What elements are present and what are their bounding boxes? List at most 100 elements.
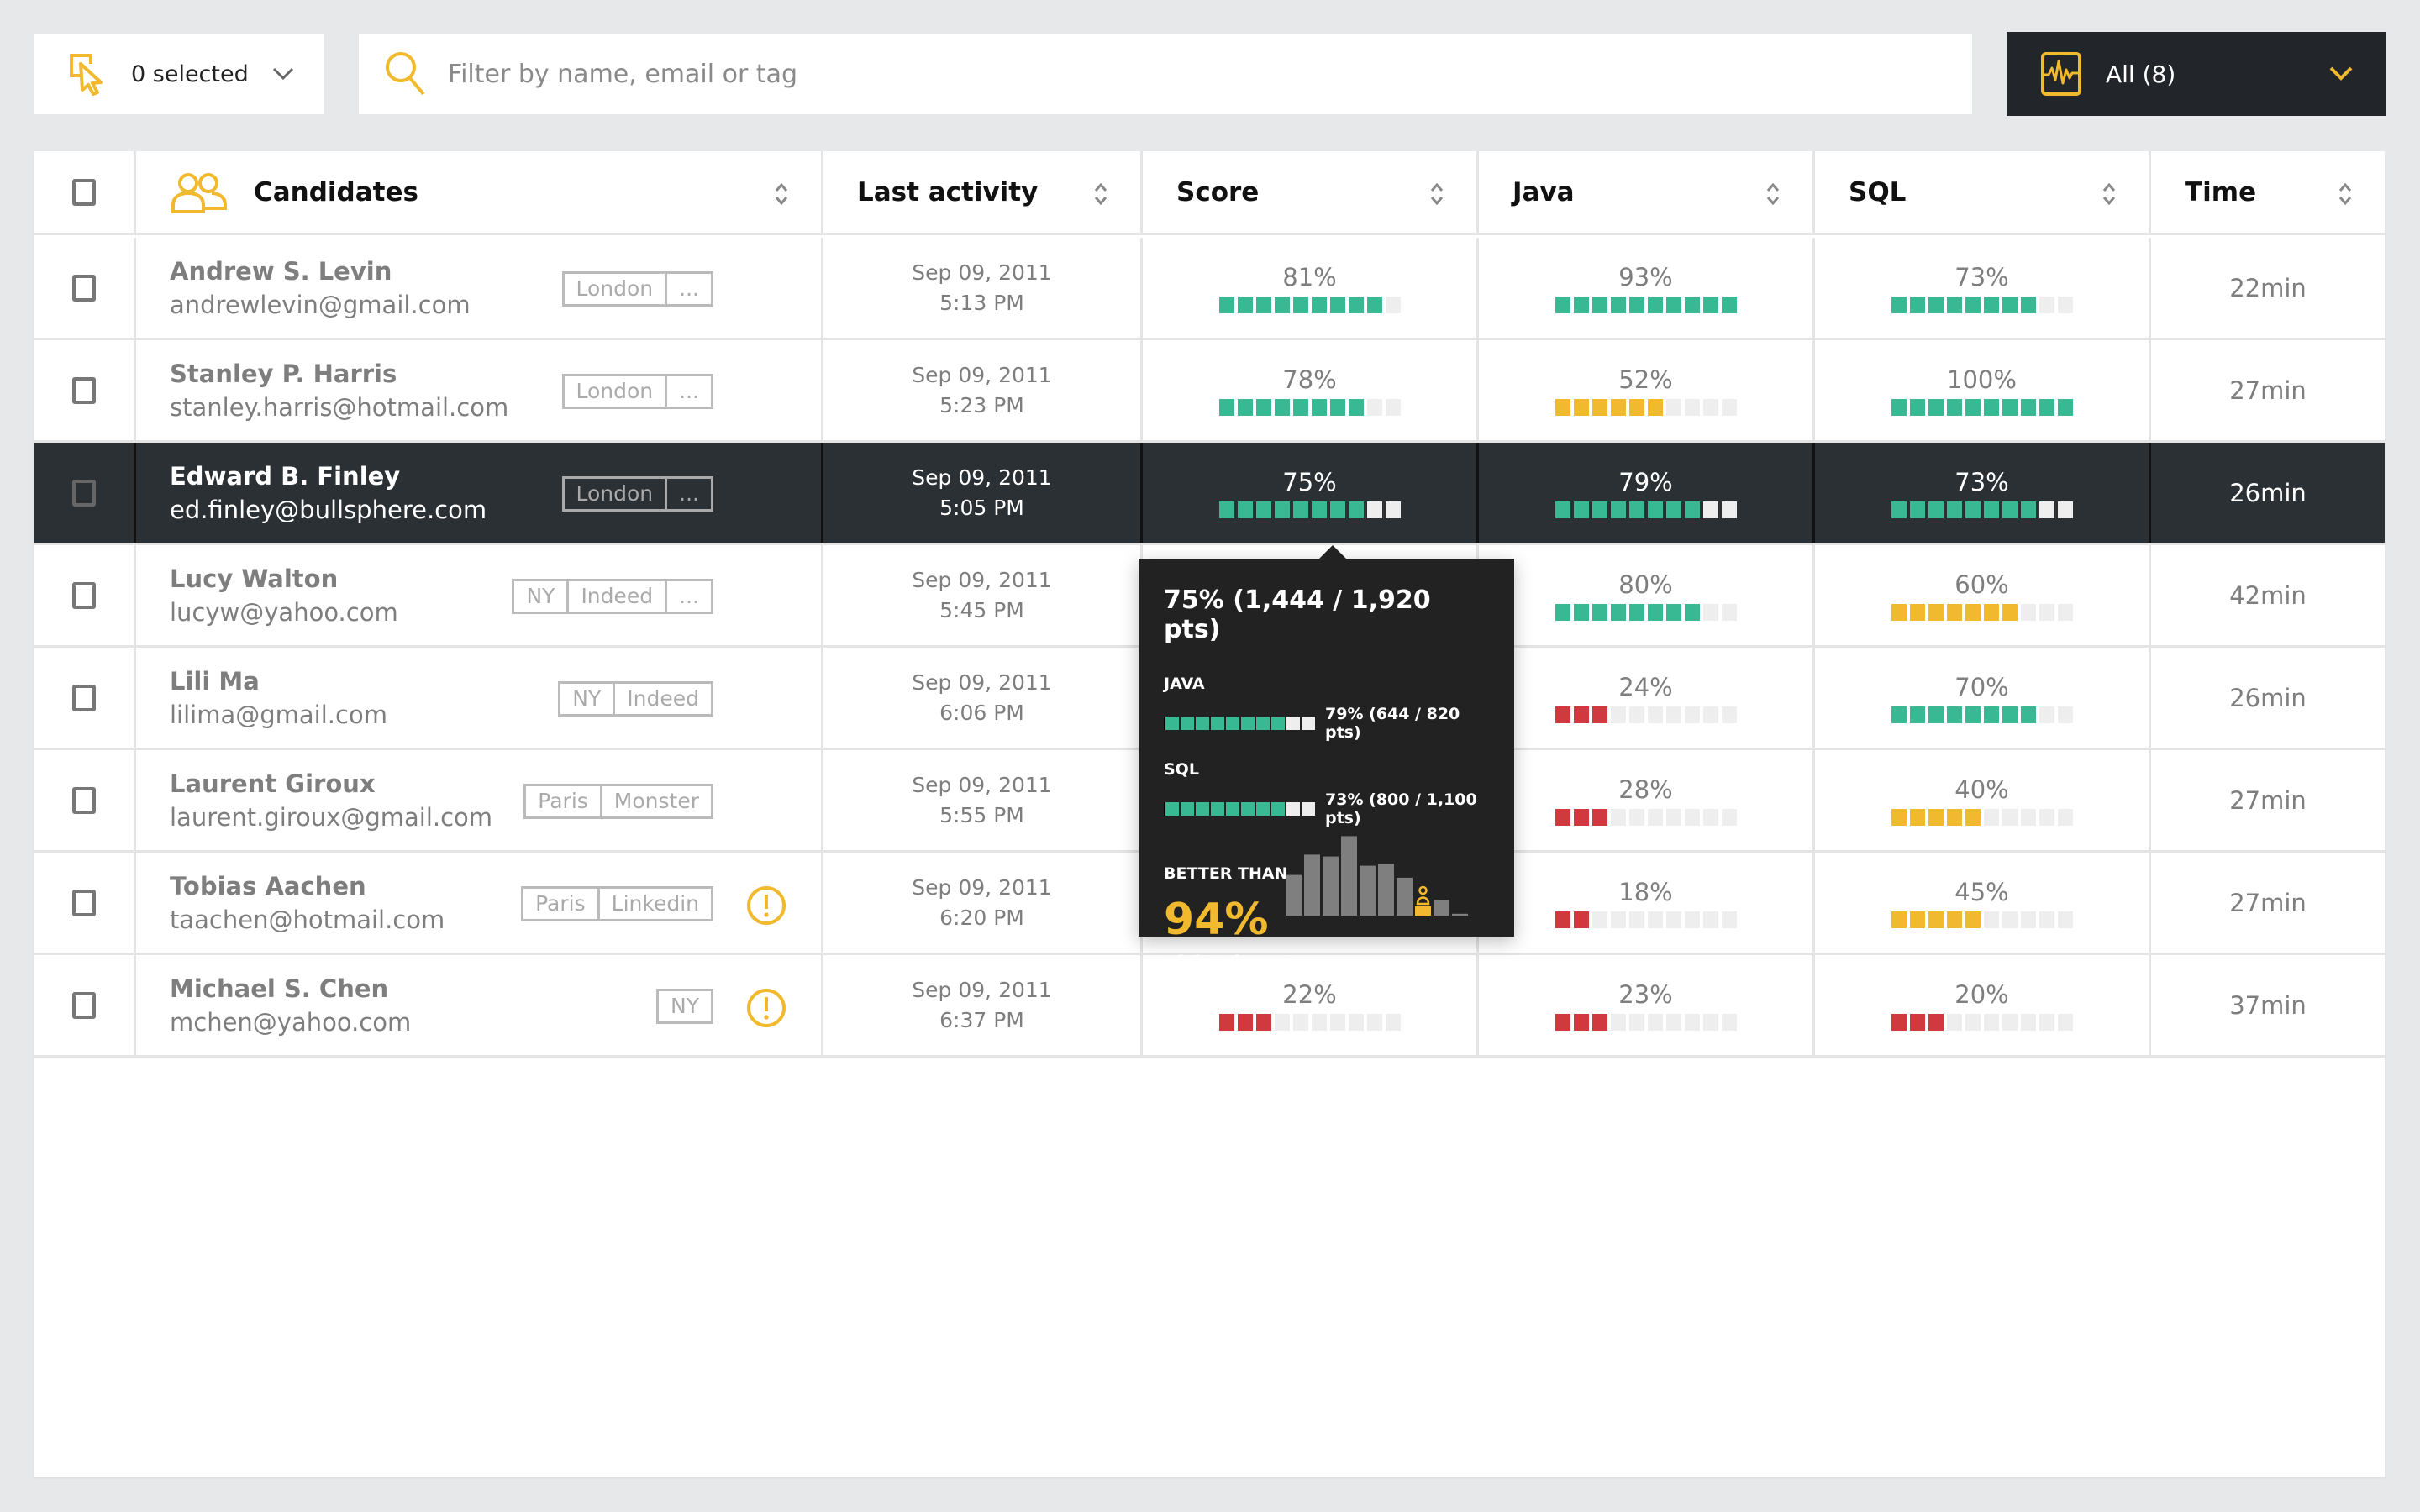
header-candidates[interactable]: Candidates (136, 151, 823, 233)
bar-segment-filled (1591, 706, 1607, 723)
tag[interactable]: London (565, 274, 668, 304)
row-checkbox[interactable] (71, 786, 96, 814)
header-label: Candidates (254, 176, 418, 207)
row-checkbox[interactable] (71, 889, 96, 916)
last-activity-cell: Sep 09, 2011 6:20 PM (823, 853, 1143, 953)
bar-segment-empty (2020, 603, 2036, 621)
header-java[interactable]: Java (1479, 151, 1815, 233)
score-cell[interactable]: 81% (1143, 238, 1479, 338)
bar-segment-empty (2002, 1013, 2018, 1031)
bar-segment-empty (1721, 706, 1737, 723)
selection-dropdown[interactable]: 0 selected (34, 34, 324, 114)
filter-dropdown[interactable]: All (8) (2007, 32, 2386, 116)
candidate-name[interactable]: Stanley P. Harris (170, 360, 508, 388)
better-than-suffix: of developers (1164, 952, 1294, 972)
bar-segment-filled (1909, 603, 1925, 621)
candidate-cell[interactable]: Tobias Aachen taachen@hotmail.com Paris L… (136, 853, 823, 953)
bar-segment-filled (1311, 501, 1327, 518)
tag[interactable]: ... (667, 274, 711, 304)
tag[interactable]: ... (667, 581, 711, 612)
sort-icon[interactable] (774, 181, 789, 207)
tag[interactable]: Paris (526, 786, 602, 816)
header-time[interactable]: Time (2151, 151, 2385, 233)
bar-segment-empty (1610, 808, 1626, 826)
selection-count: 0 selected (131, 60, 249, 87)
tag[interactable]: Linkedin (600, 889, 711, 919)
bar-segment-filled (2002, 296, 2018, 313)
tag[interactable]: NY (659, 991, 711, 1021)
candidate-name[interactable]: Andrew S. Levin (170, 257, 471, 286)
bar-segment-empty (1965, 1013, 1981, 1031)
tag[interactable]: Indeed (569, 581, 668, 612)
score-cell[interactable]: 75% (1143, 443, 1479, 543)
table-row[interactable]: Edward B. Finley ed.finley@bullsphere.co… (34, 443, 2385, 545)
activity-date: Sep 09, 2011 (912, 362, 1052, 387)
bar-segment-filled (1573, 911, 1589, 928)
candidate-cell[interactable]: Andrew S. Levin andrewlevin@gmail.com Lo… (136, 238, 823, 338)
candidate-cell[interactable]: Edward B. Finley ed.finley@bullsphere.co… (136, 443, 823, 543)
select-all-checkbox[interactable] (71, 178, 96, 206)
candidate-cell[interactable]: Lucy Walton lucyw@yahoo.com NY Indeed... (136, 545, 823, 645)
table-row[interactable]: Andrew S. Levin andrewlevin@gmail.com Lo… (34, 238, 2385, 340)
bar-segment-empty (2039, 911, 2054, 928)
candidate-cell[interactable]: Lili Ma lilima@gmail.com NY Indeed (136, 648, 823, 748)
search-input[interactable] (448, 59, 1876, 89)
tag[interactable]: London (565, 479, 668, 509)
bar-segment-filled (1165, 802, 1179, 816)
row-checkbox[interactable] (71, 684, 96, 711)
chevron-down-icon (272, 67, 293, 81)
row-checkbox[interactable] (71, 479, 96, 507)
select-cell (34, 238, 136, 338)
row-checkbox[interactable] (71, 274, 96, 302)
row-checkbox[interactable] (71, 991, 96, 1019)
score-cell[interactable]: 78% (1143, 340, 1479, 440)
tag[interactable]: ... (667, 376, 711, 407)
tag[interactable]: Indeed (615, 684, 711, 714)
tag[interactable]: NY (514, 581, 570, 612)
candidate-name[interactable]: Edward B. Finley (170, 462, 487, 491)
bar-segment-filled (1610, 501, 1626, 518)
row-checkbox[interactable] (71, 581, 96, 609)
candidate-cell[interactable]: Michael S. Chen mchen@yahoo.com NY (136, 955, 823, 1055)
candidate-cell[interactable]: Laurent Giroux laurent.giroux@gmail.com … (136, 750, 823, 850)
bar-segment-filled (1891, 501, 1907, 518)
select-cell (34, 340, 136, 440)
sort-icon[interactable] (2338, 181, 2353, 207)
sql-cell: 100% (1815, 340, 2151, 440)
bar-segment-filled (1628, 501, 1644, 518)
bar-segment-filled (1647, 398, 1663, 416)
bar-segment-filled (1721, 296, 1737, 313)
sort-icon[interactable] (2102, 181, 2117, 207)
tag[interactable]: Monster (602, 786, 711, 816)
tag[interactable]: Paris (523, 889, 600, 919)
tag-group: NY Indeed... (512, 579, 713, 614)
candidate-cell[interactable]: Stanley P. Harris stanley.harris@hotmail… (136, 340, 823, 440)
candidate-name[interactable]: Tobias Aachen (170, 872, 445, 900)
header-sql[interactable]: SQL (1815, 151, 2151, 233)
bar-segment-filled (1292, 501, 1308, 518)
duration: 26min (2229, 683, 2307, 712)
bar-segment-empty (1292, 1013, 1308, 1031)
bar-segment-filled (1573, 808, 1589, 826)
candidate-name[interactable]: Lucy Walton (170, 564, 398, 593)
tag[interactable]: NY (560, 684, 616, 714)
sort-icon[interactable] (1093, 181, 1108, 207)
candidate-name[interactable]: Lili Ma (170, 667, 387, 696)
sort-icon[interactable] (1429, 181, 1444, 207)
search-box[interactable] (359, 34, 1972, 114)
candidate-name[interactable]: Laurent Giroux (170, 769, 492, 798)
score-percent: 75% (1282, 467, 1337, 496)
row-checkbox[interactable] (71, 376, 96, 404)
bar-segment-filled (1591, 501, 1607, 518)
header-last-activity[interactable]: Last activity (823, 151, 1143, 233)
table-row[interactable]: Stanley P. Harris stanley.harris@hotmail… (34, 340, 2385, 443)
candidate-email: lilima@gmail.com (170, 700, 387, 729)
bar-segment-empty (2039, 1013, 2054, 1031)
header-score[interactable]: Score (1143, 151, 1479, 233)
tag[interactable]: ... (667, 479, 711, 509)
tag[interactable]: London (565, 376, 668, 407)
last-activity-cell: Sep 09, 2011 5:55 PM (823, 750, 1143, 850)
java-cell: 79% (1479, 443, 1815, 543)
sort-icon[interactable] (1765, 181, 1781, 207)
candidate-name[interactable]: Michael S. Chen (170, 974, 411, 1003)
